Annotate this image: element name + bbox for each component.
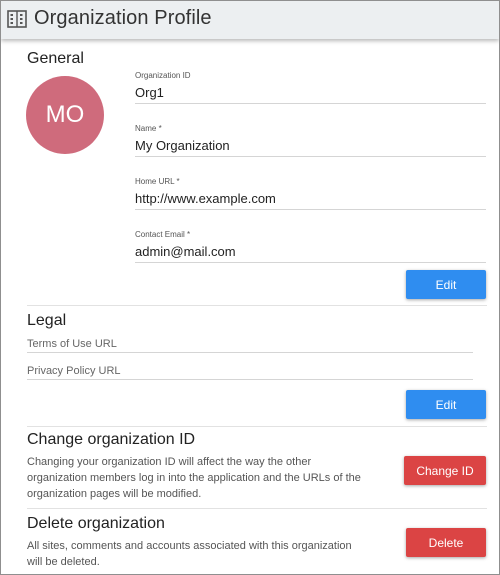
name-label: Name * <box>135 124 162 133</box>
divider <box>27 508 487 509</box>
name-value: My Organization <box>135 138 230 153</box>
divider <box>27 426 487 427</box>
change-id-description: Changing your organization ID will affec… <box>27 456 361 500</box>
general-section-title: General <box>27 50 84 67</box>
contact-email-label: Contact Email * <box>135 230 191 239</box>
delete-org-description: All sites, comments and accounts associa… <box>27 540 352 568</box>
general-edit-button[interactable]: Edit <box>406 270 486 299</box>
avatar: MO <box>26 76 104 154</box>
delete-org-section-title: Delete organization <box>27 515 165 532</box>
legal-edit-button[interactable]: Edit <box>406 390 486 419</box>
page-title: Organization Profile <box>34 7 212 29</box>
building-icon <box>7 10 27 28</box>
contact-email-field[interactable]: Contact Email * admin@mail.com <box>135 228 486 263</box>
organization-id-field[interactable]: Organization ID Org1 <box>135 69 486 104</box>
privacy-policy-url-field[interactable]: Privacy Policy URL <box>27 365 473 380</box>
contact-email-value: admin@mail.com <box>135 244 236 259</box>
home-url-field[interactable]: Home URL * http://www.example.com <box>135 175 486 210</box>
terms-of-use-url-field[interactable]: Terms of Use URL <box>27 338 473 353</box>
delete-button[interactable]: Delete <box>406 528 486 557</box>
divider <box>27 305 487 306</box>
change-id-button[interactable]: Change ID <box>404 456 486 485</box>
legal-section-title: Legal <box>27 312 67 329</box>
home-url-value: http://www.example.com <box>135 191 276 206</box>
organization-id-label: Organization ID <box>135 71 191 80</box>
page-header: Organization Profile <box>1 1 499 39</box>
home-url-label: Home URL * <box>135 177 180 186</box>
organization-id-value: Org1 <box>135 85 164 100</box>
organization-profile-panel: Organization Profile General MO Organiza… <box>0 0 500 575</box>
name-field[interactable]: Name * My Organization <box>135 122 486 157</box>
change-id-section-title: Change organization ID <box>27 431 196 448</box>
